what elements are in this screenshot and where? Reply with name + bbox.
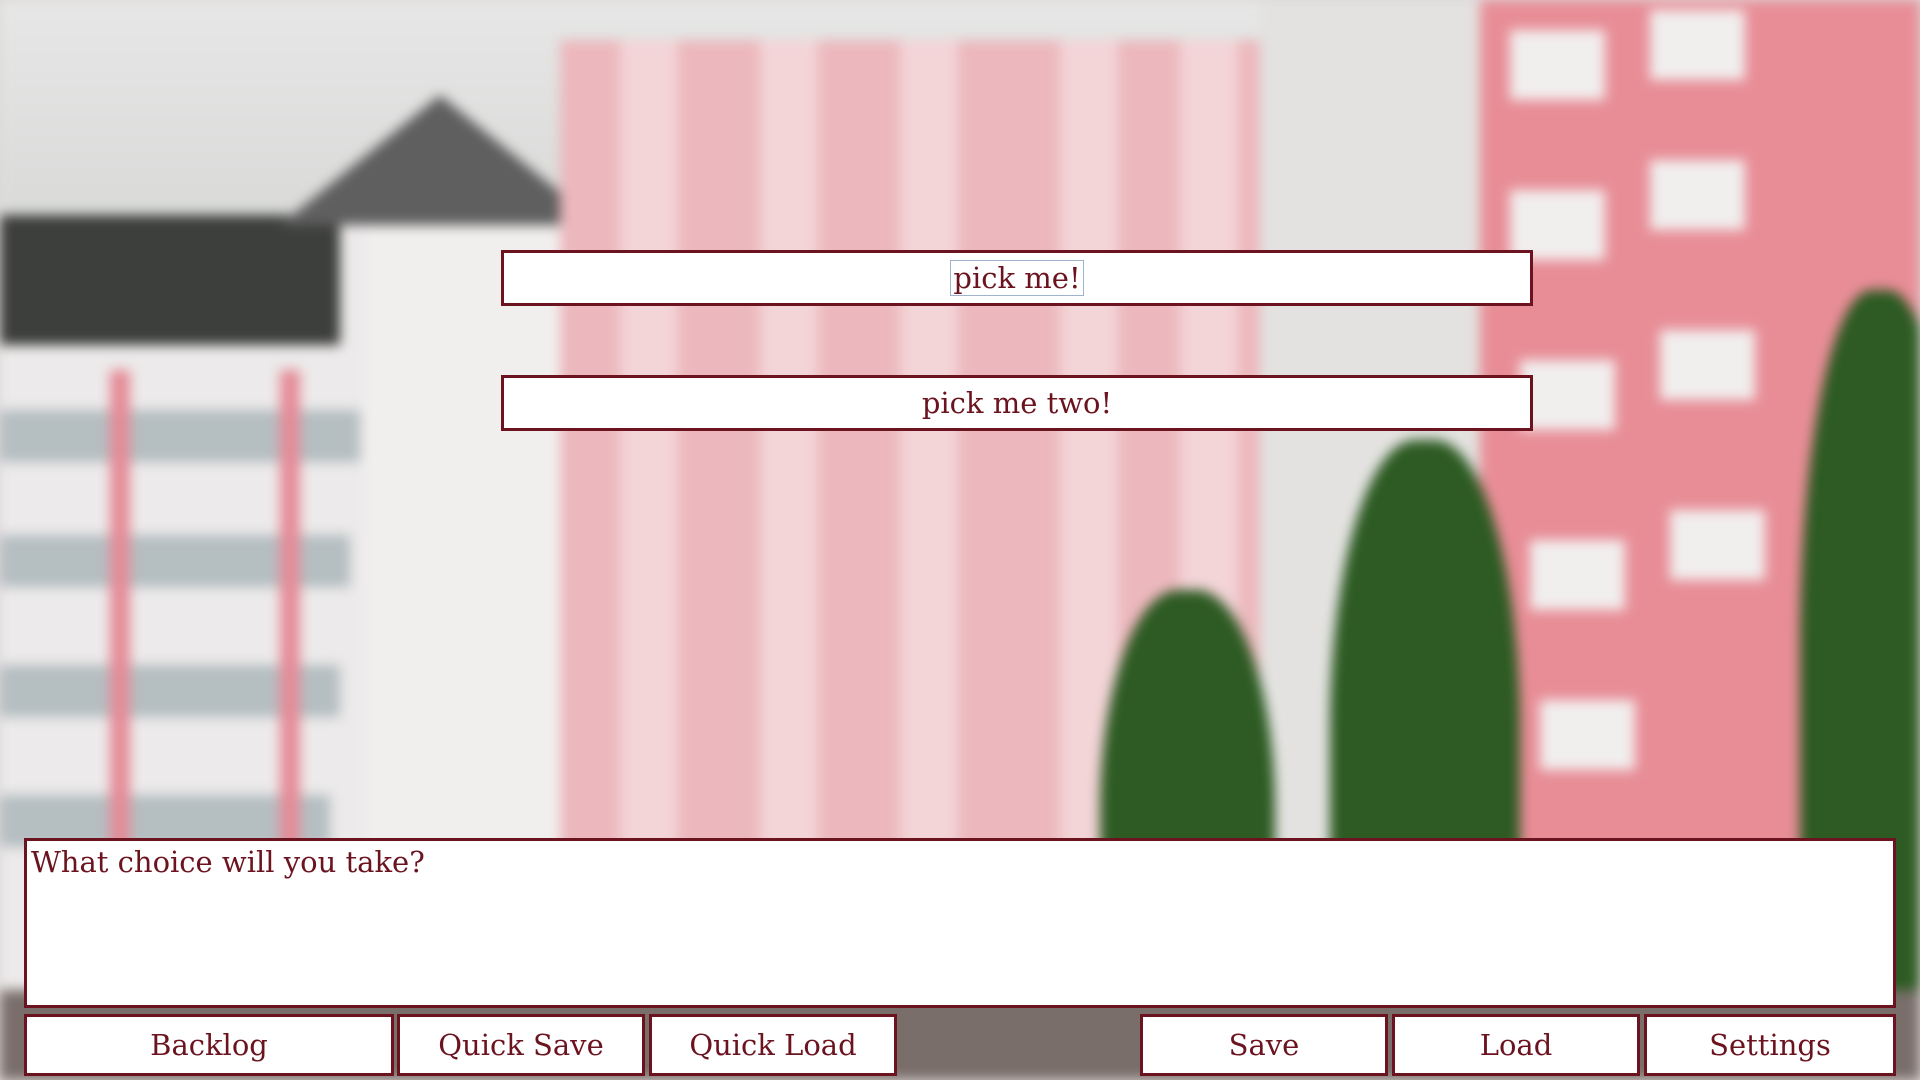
window (1510, 30, 1605, 100)
window (1540, 700, 1635, 770)
left-building-top (0, 215, 340, 345)
choice-label: pick me two! (921, 386, 1113, 420)
save-button[interactable]: Save (1140, 1014, 1388, 1076)
quick-save-button[interactable]: Quick Save (397, 1014, 645, 1076)
load-button[interactable]: Load (1392, 1014, 1640, 1076)
quick-load-button[interactable]: Quick Load (649, 1014, 897, 1076)
window (1650, 160, 1745, 230)
window (1660, 330, 1755, 400)
window (1650, 10, 1745, 80)
dialogue-box[interactable]: What choice will you take? (24, 838, 1896, 1008)
window-row (0, 410, 360, 462)
choice-button-2[interactable]: pick me two! (501, 375, 1533, 431)
window (1530, 540, 1625, 610)
window (1670, 510, 1765, 580)
choice-button-1[interactable]: pick me! (501, 250, 1533, 306)
choice-label: pick me! (950, 260, 1084, 296)
dialogue-text: What choice will you take? (31, 845, 425, 879)
backlog-button[interactable]: Backlog (24, 1014, 394, 1076)
window (1520, 360, 1615, 430)
settings-button[interactable]: Settings (1644, 1014, 1896, 1076)
